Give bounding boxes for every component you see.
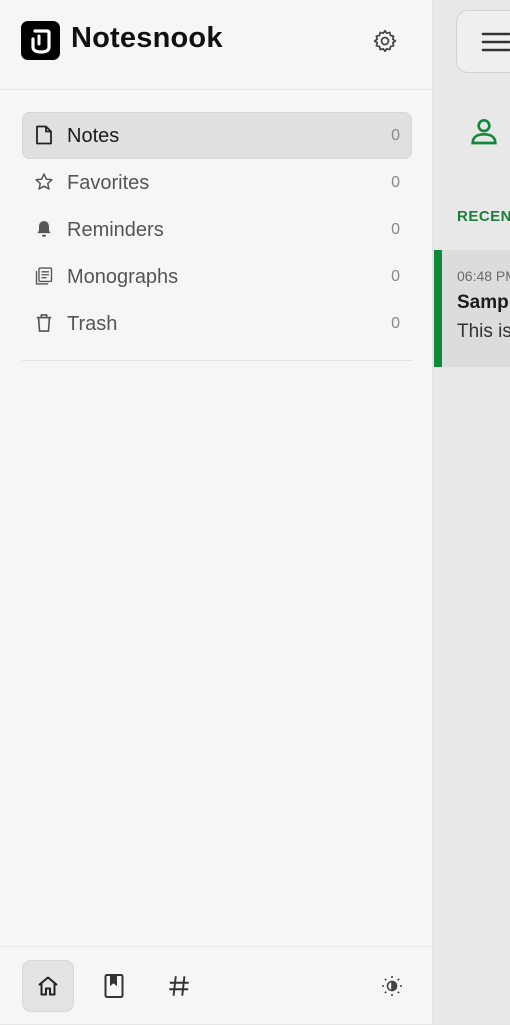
sidebar-item-count: 0 <box>391 315 400 332</box>
notebook-icon <box>104 974 124 998</box>
main-pane: RECENT 06:48 PM Sample This is <box>434 0 510 1024</box>
note-preview: This is <box>457 321 510 342</box>
sidebar-item-monographs[interactable]: Monographs 0 <box>22 253 412 300</box>
app-logo-icon <box>21 21 60 60</box>
note-icon <box>34 125 54 145</box>
tags-button[interactable] <box>153 960 205 1012</box>
sidebar-item-label: Trash <box>67 313 118 335</box>
sidebar-item-label: Notes <box>67 125 120 147</box>
sidebar-item-trash[interactable]: Trash 0 <box>22 300 412 347</box>
sidebar-item-label: Favorites <box>67 172 150 194</box>
note-title: Sample <box>457 292 510 313</box>
theme-toggle-icon <box>382 976 402 996</box>
sidebar-item-favorites[interactable]: Favorites 0 <box>22 159 412 206</box>
sidebar-item-count: 0 <box>391 268 400 285</box>
sidebar: Notesnook Notes 0 Favorites 0 Reminders … <box>0 0 433 1024</box>
sidebar-divider <box>22 360 412 361</box>
hamburger-menu-icon <box>481 32 510 52</box>
notebooks-button[interactable] <box>88 960 140 1012</box>
sidebar-item-count: 0 <box>391 174 400 191</box>
sidebar-item-label: Monographs <box>67 266 179 288</box>
note-accent-bar <box>434 250 442 367</box>
user-icon[interactable] <box>468 115 500 147</box>
bell-icon <box>34 219 54 239</box>
hashtag-icon <box>169 976 189 996</box>
home-button[interactable] <box>22 960 74 1012</box>
sidebar-item-reminders[interactable]: Reminders 0 <box>22 206 412 253</box>
sidebar-header: Notesnook <box>0 0 433 90</box>
note-timestamp: 06:48 PM <box>457 268 510 284</box>
sidebar-item-count: 0 <box>391 127 400 144</box>
settings-button[interactable] <box>368 24 402 58</box>
sidebar-item-count: 0 <box>391 221 400 238</box>
gear-icon <box>373 29 397 53</box>
sidebar-item-notes[interactable]: Notes 0 <box>22 112 412 159</box>
home-icon <box>38 976 58 996</box>
bottom-bar <box>0 946 433 1025</box>
menu-button[interactable] <box>456 10 510 73</box>
trash-icon <box>34 313 54 333</box>
theme-toggle-button[interactable] <box>366 960 418 1012</box>
sidebar-nav: Notes 0 Favorites 0 Reminders 0 Monograp… <box>22 112 412 347</box>
section-label-recent: RECENT <box>457 208 510 225</box>
note-list-item[interactable]: 06:48 PM Sample This is <box>434 250 510 367</box>
sidebar-item-label: Reminders <box>67 219 164 241</box>
monograph-icon <box>34 266 54 286</box>
star-icon <box>34 172 54 192</box>
app-title: Notesnook <box>71 22 223 54</box>
